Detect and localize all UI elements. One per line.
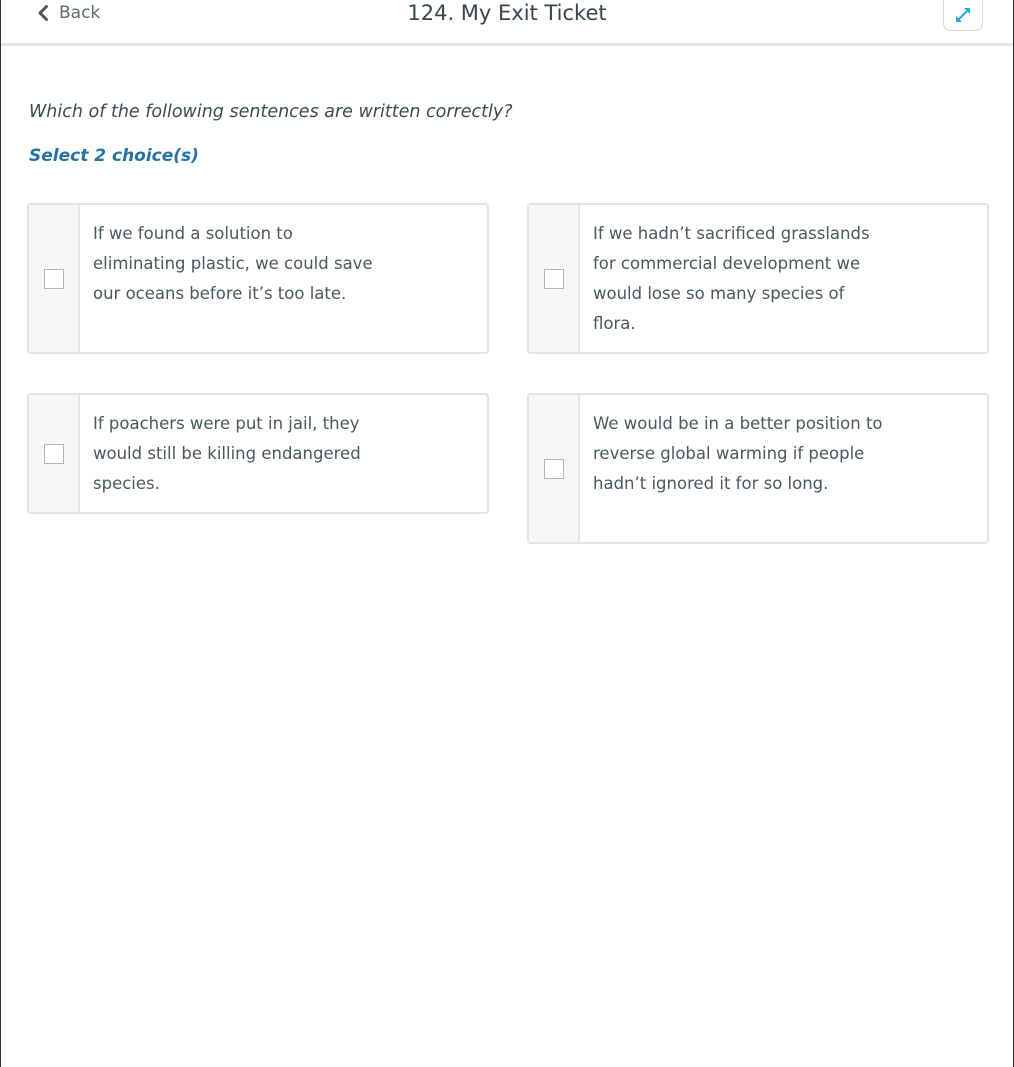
choice-option-3[interactable]: If poachers were put in jail, they would… [27,393,489,514]
choice-option-1[interactable]: If we found a solution to eliminating pl… [27,203,489,354]
checkbox[interactable] [43,443,64,464]
expand-button[interactable] [943,0,983,31]
select-instruction: Select 2 choice(s) [29,146,199,166]
choice-text: If we hadn’t sacrificed grasslands for c… [593,224,870,333]
choice-checkbox-area[interactable] [29,205,80,352]
choice-text: If poachers were put in jail, they would… [93,414,361,493]
choice-option-2[interactable]: If we hadn’t sacrificed grasslands for c… [527,203,989,354]
choice-option-4[interactable]: We would be in a better position to reve… [527,393,989,544]
exit-ticket-page: Back 124. My Exit Ticket Which of the fo… [0,0,1014,1067]
checkbox[interactable] [543,268,564,289]
choice-checkbox-area[interactable] [529,395,580,542]
checkbox[interactable] [543,458,564,479]
top-bar: Back 124. My Exit Ticket [1,0,1013,46]
page-title: 124. My Exit Ticket [407,1,607,25]
checkbox[interactable] [43,268,64,289]
choice-checkbox-area[interactable] [529,205,580,352]
question-prompt: Which of the following sentences are wri… [29,102,513,122]
choice-text: We would be in a better position to reve… [593,414,883,493]
expand-arrows-icon [956,8,970,22]
choice-checkbox-area[interactable] [29,395,80,512]
choice-text: If we found a solution to eliminating pl… [93,224,373,303]
